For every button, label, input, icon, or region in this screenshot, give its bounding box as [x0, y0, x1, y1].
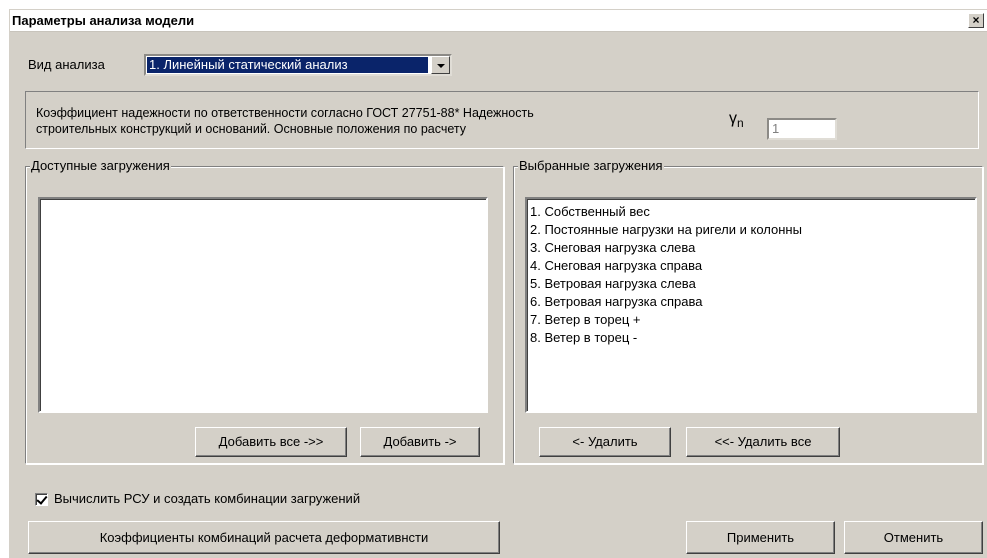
reliability-text-line1: Коэффициент надежности по ответственност… — [36, 106, 534, 120]
coef-combinations-button[interactable]: Коэффициенты комбинаций расчета деформат… — [28, 521, 500, 554]
analysis-params-dialog: Параметры анализа модели × Вид анализа 1… — [8, 8, 987, 558]
list-item[interactable]: 6. Ветровая нагрузка справа — [527, 293, 975, 311]
analysis-type-label: Вид анализа — [28, 57, 105, 72]
selected-loads-group: Выбранные загружения 1. Собственный вес 2… — [513, 158, 983, 464]
remove-all-button[interactable]: <<- Удалить все — [686, 427, 840, 457]
selected-loads-title: Выбранные загружения — [518, 158, 664, 173]
gamma-subscript: n — [737, 116, 744, 131]
analysis-type-value: 1. Линейный статический анализ — [147, 57, 428, 73]
selected-loads-list[interactable]: 1. Собственный вес 2. Постоянные нагрузки… — [525, 197, 977, 413]
rsu-checkbox[interactable] — [35, 493, 48, 506]
title-bar: Параметры анализа модели × — [10, 10, 987, 32]
chevron-down-icon[interactable] — [431, 56, 450, 74]
reliability-description: Коэффициент надежности по ответственност… — [36, 105, 534, 137]
reliability-coef-input[interactable]: 1 — [767, 118, 837, 140]
cancel-button[interactable]: Отменить — [844, 521, 983, 554]
add-all-button[interactable]: Добавить все ->> — [195, 427, 347, 457]
gamma-letter: γ — [729, 110, 737, 127]
list-item[interactable]: 7. Ветер в торец + — [527, 311, 975, 329]
remove-button[interactable]: <- Удалить — [539, 427, 671, 457]
reliability-panel: Коэффициент надежности по ответственност… — [25, 91, 979, 149]
list-item[interactable]: 3. Снеговая нагрузка слева — [527, 239, 975, 257]
analysis-type-select[interactable]: 1. Линейный статический анализ — [144, 54, 452, 76]
list-item[interactable]: 5. Ветровая нагрузка слева — [527, 275, 975, 293]
list-item[interactable]: 1. Собственный вес — [527, 203, 975, 221]
list-item[interactable]: 4. Снеговая нагрузка справа — [527, 257, 975, 275]
available-loads-title: Доступные загружения — [30, 158, 171, 173]
dialog-title: Параметры анализа модели — [12, 13, 195, 28]
add-button[interactable]: Добавить -> — [360, 427, 480, 457]
list-item[interactable]: 8. Ветер в торец - — [527, 329, 975, 347]
close-icon[interactable]: × — [968, 13, 984, 28]
available-loads-group: Доступные загружения Добавить все ->> До… — [25, 158, 504, 464]
gamma-symbol: γn — [729, 110, 744, 130]
rsu-checkbox-label[interactable]: Вычислить РСУ и создать комбинации загру… — [54, 491, 360, 506]
available-loads-list[interactable] — [38, 197, 488, 413]
list-item[interactable]: 2. Постоянные нагрузки на ригели и колон… — [527, 221, 975, 239]
reliability-text-line2: строительных конструкций и оснований. Ос… — [36, 122, 467, 136]
apply-button[interactable]: Применить — [686, 521, 835, 554]
